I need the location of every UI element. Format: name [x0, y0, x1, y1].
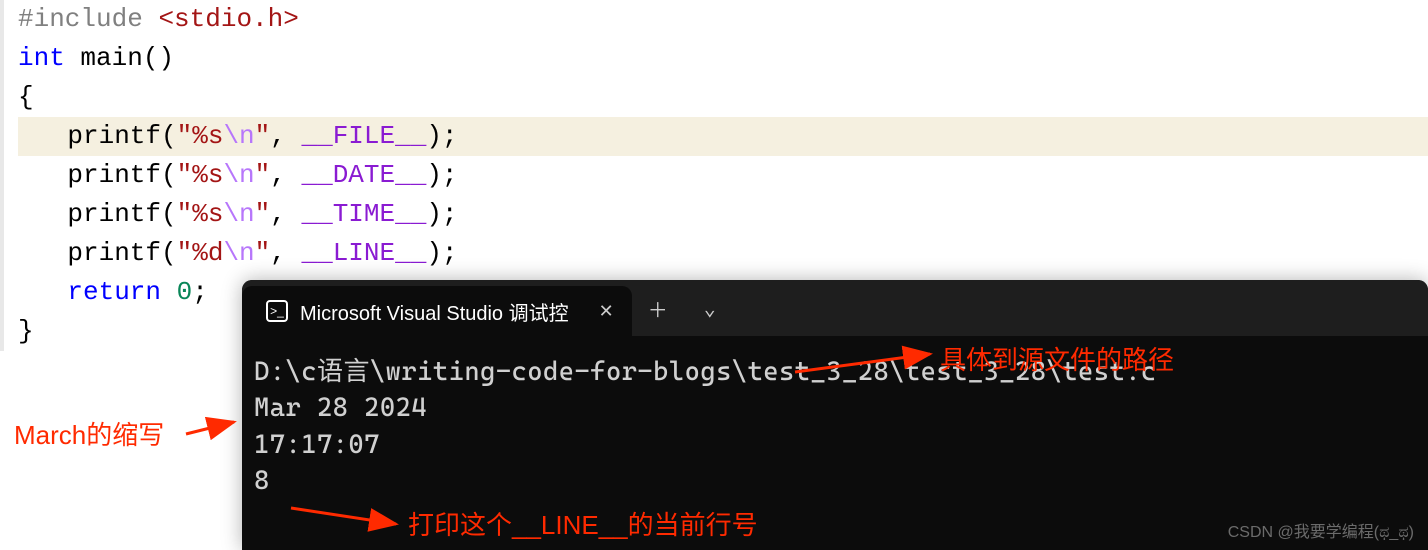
- fmt-close: ": [255, 121, 271, 151]
- brace-open: {: [18, 82, 34, 112]
- call-printf: printf: [67, 238, 161, 268]
- esc-n: \n: [223, 121, 254, 151]
- fmt-str: "%s: [177, 121, 224, 151]
- annotation-march: March的缩写: [14, 415, 164, 452]
- terminal-tab-title: Microsoft Visual Studio 调试控: [300, 297, 569, 326]
- close-icon[interactable]: ✕: [599, 301, 614, 322]
- call-printf: printf: [67, 160, 161, 190]
- comma: ,: [270, 238, 301, 268]
- num-zero: 0: [177, 277, 193, 307]
- paren-close-semi: );: [426, 121, 457, 151]
- fmt-str: "%d: [177, 238, 224, 268]
- code-line-6: printf("%s\n", __TIME__);: [18, 195, 1428, 234]
- output-time: 17:17:07: [254, 430, 380, 460]
- terminal-window: >_ Microsoft Visual Studio 调试控 ✕ ＋ ⌄ D:\…: [242, 280, 1428, 550]
- arrow-icon: [184, 414, 244, 444]
- code-line-5: printf("%s\n", __DATE__);: [18, 156, 1428, 195]
- fmt-str: "%s: [177, 199, 224, 229]
- code-line-4: printf("%s\n", __FILE__);: [18, 117, 1428, 156]
- code-line-7: printf("%d\n", __LINE__);: [18, 234, 1428, 273]
- paren-close-semi: );: [426, 238, 457, 268]
- keyword-return: return: [67, 277, 161, 307]
- comma: ,: [270, 199, 301, 229]
- call-printf: printf: [67, 121, 161, 151]
- include-header: <stdio.h>: [158, 4, 298, 34]
- paren-open: (: [161, 121, 177, 151]
- paren-open: (: [161, 238, 177, 268]
- fmt-str: "%s: [177, 160, 224, 190]
- fmt-close: ": [255, 238, 271, 268]
- terminal-titlebar: >_ Microsoft Visual Studio 调试控 ✕ ＋ ⌄: [242, 280, 1428, 336]
- fmt-close: ": [255, 160, 271, 190]
- macro-file: __FILE__: [301, 121, 426, 151]
- output-date: Mar 28 2024: [254, 393, 427, 423]
- comma: ,: [270, 121, 301, 151]
- call-printf: printf: [67, 199, 161, 229]
- code-line-2: int main(): [18, 39, 1428, 78]
- paren-close-semi: );: [426, 199, 457, 229]
- terminal-tab[interactable]: >_ Microsoft Visual Studio 调试控 ✕: [242, 286, 632, 336]
- brace-close: }: [18, 316, 34, 346]
- paren-close-semi: );: [426, 160, 457, 190]
- func-main: main: [80, 43, 142, 73]
- macro-line: __LINE__: [301, 238, 426, 268]
- terminal-icon: >_: [266, 300, 288, 322]
- paren-open: (: [161, 160, 177, 190]
- macro-date: __DATE__: [301, 160, 426, 190]
- esc-n: \n: [223, 199, 254, 229]
- esc-n: \n: [223, 160, 254, 190]
- paren-open: (: [161, 199, 177, 229]
- output-path: D:\c语言\writing-code-for-blogs\test_3_28\…: [254, 357, 1157, 387]
- esc-n: \n: [223, 238, 254, 268]
- code-line-1: #include <stdio.h>: [18, 0, 1428, 39]
- fmt-close: ": [255, 199, 271, 229]
- preproc-include: #include: [18, 4, 143, 34]
- tab-actions: ＋ ⌄: [632, 280, 736, 336]
- tab-dropdown-button[interactable]: ⌄: [684, 280, 736, 336]
- new-tab-button[interactable]: ＋: [632, 280, 684, 336]
- watermark: CSDN @我要学编程(ಥ_ಥ): [1228, 518, 1414, 542]
- macro-time: __TIME__: [301, 199, 426, 229]
- paren-pair: (): [143, 43, 174, 73]
- output-line: 8: [254, 466, 270, 496]
- code-line-3: {: [18, 78, 1428, 117]
- keyword-int: int: [18, 43, 65, 73]
- terminal-output: D:\c语言\writing-code-for-blogs\test_3_28\…: [242, 336, 1428, 508]
- comma: ,: [270, 160, 301, 190]
- semi: ;: [192, 277, 208, 307]
